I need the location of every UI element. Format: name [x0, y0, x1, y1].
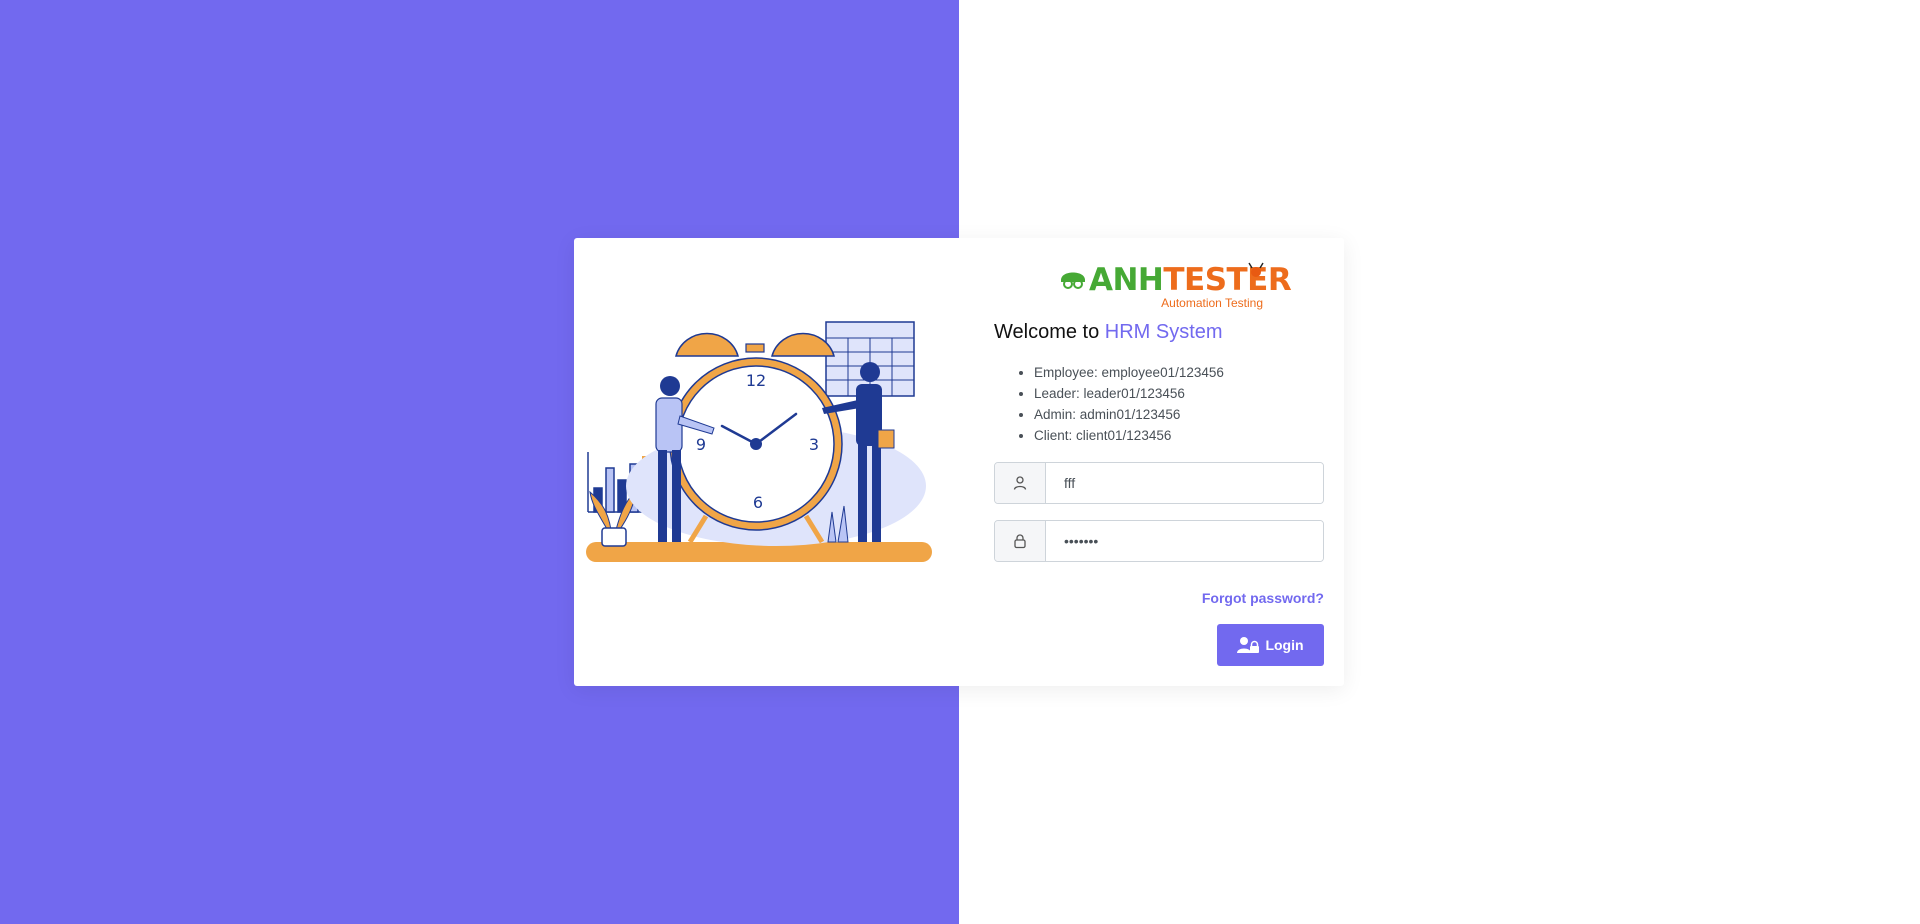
login-button[interactable]: Login [1217, 624, 1324, 666]
forgot-password-link[interactable]: Forgot password? [1202, 590, 1324, 606]
user-icon [995, 463, 1046, 503]
username-input[interactable] [1046, 463, 1323, 503]
password-field-group [994, 520, 1324, 562]
welcome-prefix: Welcome to [994, 321, 1105, 343]
hint-admin: Admin: admin01/123456 [1034, 404, 1224, 425]
hint-leader: Leader: leader01/123456 [1034, 383, 1224, 404]
welcome-system-name: HRM System [1104, 321, 1223, 343]
password-input[interactable] [1046, 521, 1323, 561]
welcome-heading: Welcome to HRM System [994, 321, 1223, 344]
logo-tagline: Automation Testing [1161, 296, 1263, 310]
anhtester-logo: ANHTESTER Automation Testing [1059, 262, 1292, 312]
lock-icon [995, 521, 1046, 561]
username-field-group [994, 462, 1324, 504]
svg-text:6: 6 [753, 493, 763, 512]
credentials-hint-list: Employee: employee01/123456 Leader: lead… [994, 362, 1224, 446]
logo-brand-tester: TESTER [1163, 262, 1292, 298]
hint-employee: Employee: employee01/123456 [1034, 362, 1224, 383]
bug-icon [1248, 262, 1264, 277]
logo-brand-anh: ANH [1089, 262, 1164, 298]
svg-text:3: 3 [809, 435, 819, 454]
svg-text:12: 12 [746, 371, 766, 390]
user-lock-icon [1237, 637, 1260, 653]
login-card: 12 3 6 9 ANHTESTER Automation Testing We… [574, 238, 1344, 686]
logo-head-icon [1061, 272, 1085, 289]
time-management-illustration: 12 3 6 9 [586, 321, 932, 562]
svg-text:9: 9 [696, 435, 706, 454]
hint-client: Client: client01/123456 [1034, 425, 1224, 446]
login-button-label: Login [1265, 637, 1304, 653]
